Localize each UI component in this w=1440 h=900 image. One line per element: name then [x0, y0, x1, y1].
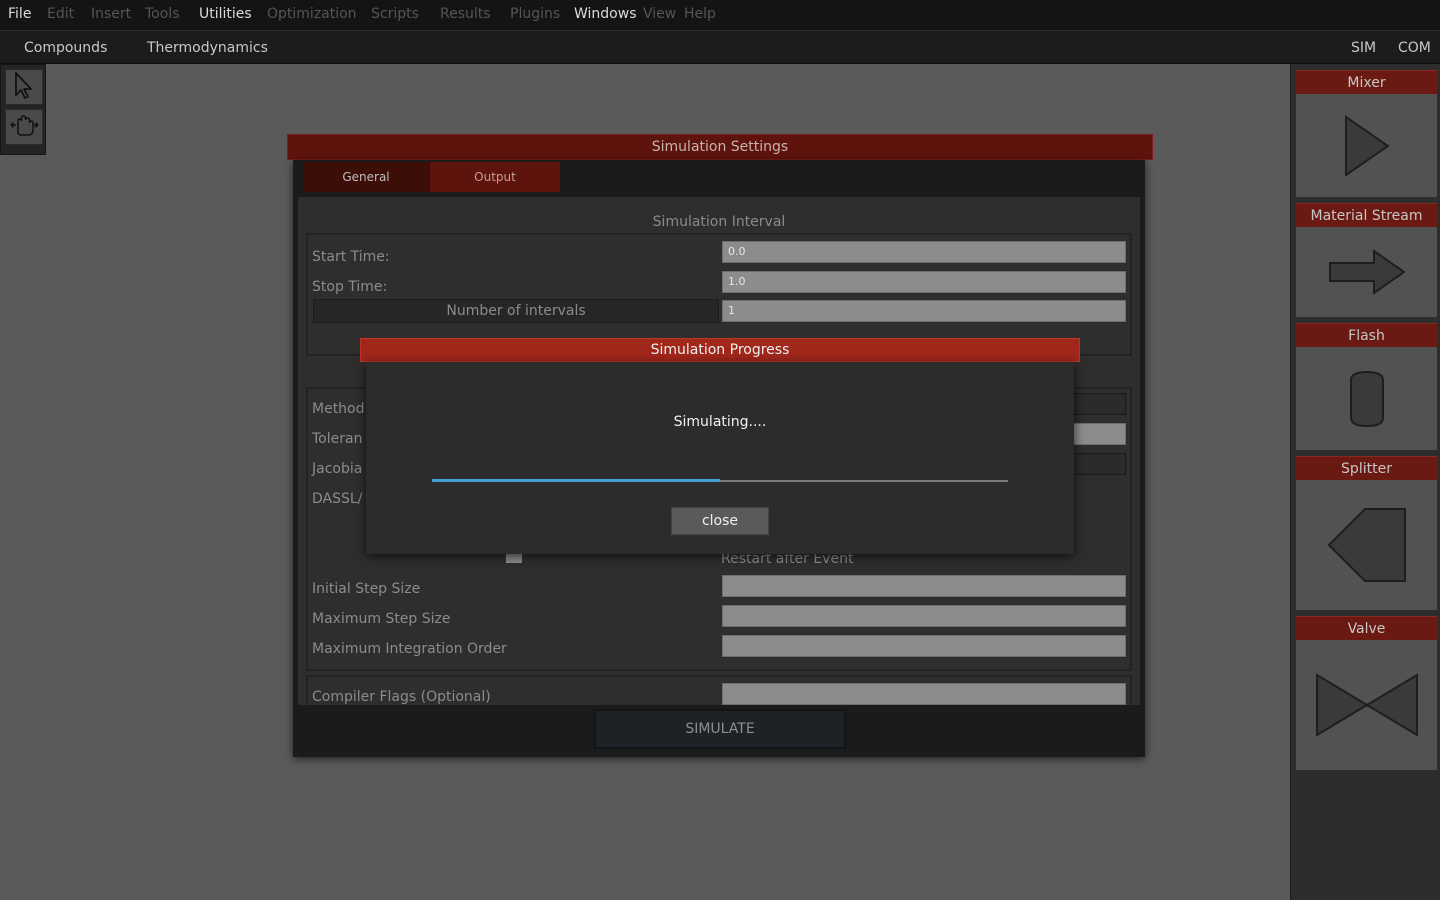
simulate-button[interactable]: SIMULATE [594, 709, 846, 749]
maximum-step-size-label: Maximum Step Size [312, 611, 451, 627]
menu-bar: File Edit Insert Tools Utilities Optimiz… [0, 0, 1440, 30]
number-of-intervals-label: Number of intervals [313, 299, 719, 323]
menu-plugins[interactable]: Plugins [510, 6, 560, 22]
start-time-label: Start Time: [312, 249, 390, 265]
component-title: Splitter [1296, 456, 1437, 480]
menu-windows[interactable]: Windows [574, 6, 637, 22]
compiler-group: Compiler Flags (Optional) [306, 675, 1132, 705]
simulation-progress-title: Simulation Progress [360, 338, 1080, 362]
stop-time-label: Stop Time: [312, 279, 388, 295]
menu-results[interactable]: Results [440, 6, 491, 22]
secondary-toolbar: Compounds Thermodynamics SIM COM [0, 30, 1440, 64]
simulation-progress-dialog: Simulation Progress Simulating.... close [360, 338, 1080, 554]
initial-step-size-field[interactable] [722, 575, 1126, 597]
component-mixer[interactable]: Mixer [1296, 70, 1437, 197]
initial-step-size-label: Initial Step Size [312, 581, 421, 597]
tab-output[interactable]: Output [430, 162, 560, 192]
menu-file[interactable]: File [8, 6, 31, 22]
component-flash[interactable]: Flash [1296, 323, 1437, 450]
tolerance-label: Toleran [312, 431, 363, 447]
tab-general[interactable]: General [303, 162, 429, 192]
menu-insert[interactable]: Insert [91, 6, 131, 22]
simulation-progress-body: Simulating.... close [366, 362, 1074, 554]
tool-palette [0, 64, 46, 155]
maximum-integration-order-field[interactable] [722, 635, 1126, 657]
valve-icon [1296, 640, 1437, 770]
hand-icon [9, 112, 39, 142]
splitter-icon [1296, 480, 1437, 610]
menu-tools[interactable]: Tools [145, 6, 180, 22]
number-of-intervals-field[interactable]: 1 [722, 300, 1126, 322]
dassl-label: DASSL/ [312, 491, 363, 507]
jacobian-label: Jacobia [312, 461, 363, 477]
start-time-field[interactable]: 0.0 [722, 241, 1126, 263]
component-title: Material Stream [1296, 203, 1437, 227]
com-button[interactable]: COM [1398, 40, 1431, 56]
select-tool-button[interactable] [5, 69, 43, 105]
component-title: Valve [1296, 616, 1437, 640]
component-title: Mixer [1296, 70, 1437, 94]
menu-view[interactable]: View [643, 6, 676, 22]
method-label: Method [312, 401, 365, 417]
component-material-stream[interactable]: Material Stream [1296, 203, 1437, 317]
close-button[interactable]: close [671, 507, 769, 535]
maximum-step-size-field[interactable] [722, 605, 1126, 627]
flash-drum-icon [1296, 347, 1437, 450]
menu-help[interactable]: Help [684, 6, 716, 22]
pointer-icon [12, 71, 36, 103]
compiler-flags-field[interactable] [722, 683, 1126, 705]
menu-scripts[interactable]: Scripts [371, 6, 419, 22]
compounds-button[interactable]: Compounds [24, 40, 107, 56]
maximum-integration-order-label: Maximum Integration Order [312, 641, 507, 657]
component-title: Flash [1296, 323, 1437, 347]
component-splitter[interactable]: Splitter [1296, 456, 1437, 610]
thermodynamics-button[interactable]: Thermodynamics [147, 40, 268, 56]
progress-bar-fill [432, 479, 720, 482]
arrow-icon [1296, 227, 1437, 317]
simulation-interval-heading: Simulation Interval [652, 214, 786, 230]
sim-button[interactable]: SIM [1351, 40, 1376, 56]
component-valve[interactable]: Valve [1296, 616, 1437, 770]
compiler-flags-label: Compiler Flags (Optional) [312, 689, 491, 705]
progress-bar [432, 479, 1008, 482]
simulating-message: Simulating.... [673, 414, 767, 430]
pan-tool-button[interactable] [5, 109, 43, 145]
component-palette: Mixer Material Stream Flash Splitter Val… [1290, 64, 1440, 900]
menu-edit[interactable]: Edit [47, 6, 74, 22]
simulation-settings-title: Simulation Settings [287, 134, 1153, 160]
stop-time-field[interactable]: 1.0 [722, 271, 1126, 293]
mixer-icon [1296, 94, 1437, 197]
menu-optimization[interactable]: Optimization [267, 6, 357, 22]
menu-utilities[interactable]: Utilities [199, 6, 252, 22]
